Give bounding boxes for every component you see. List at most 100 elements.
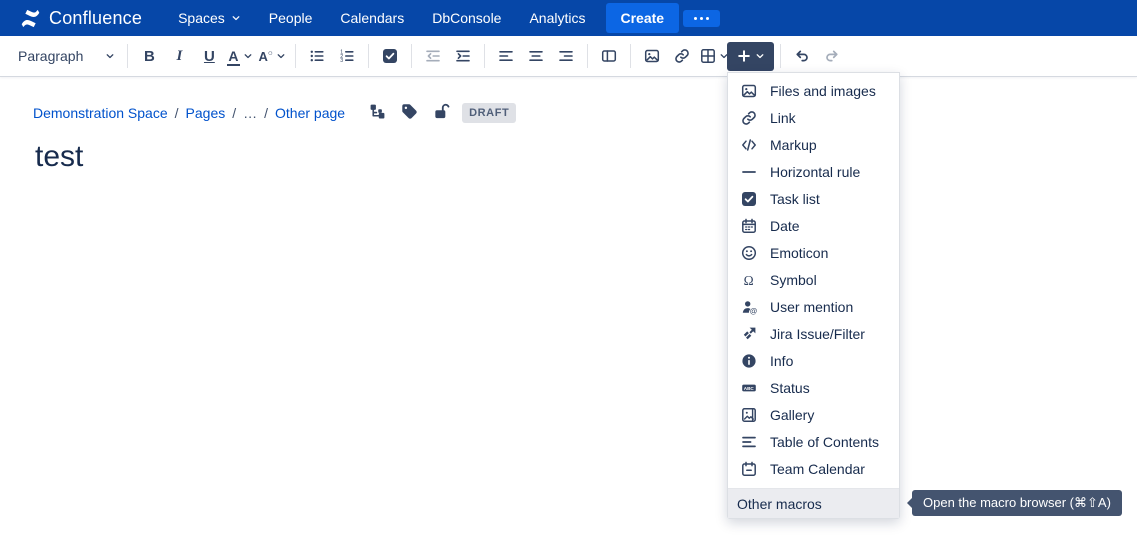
emoticon-icon	[741, 245, 757, 261]
indent-icon	[455, 48, 471, 64]
chevron-down-icon	[276, 51, 286, 61]
menu-item-label: Emoticon	[770, 245, 828, 261]
menu-item-link[interactable]: Link	[728, 104, 899, 131]
breadcrumb-separator: /	[175, 105, 179, 121]
toc-icon	[741, 434, 757, 450]
nav-item-label: Calendars	[340, 10, 404, 26]
toolbar-separator	[630, 44, 631, 68]
toolbar-separator	[295, 44, 296, 68]
link-icon	[674, 48, 690, 64]
confluence-logo[interactable]: Confluence	[20, 8, 142, 29]
undo-icon	[794, 48, 810, 64]
menu-item-task-list[interactable]: Task list	[728, 185, 899, 212]
bullet-list-icon	[309, 48, 325, 64]
menu-item-other-macros[interactable]: Other macros	[728, 488, 899, 518]
breadcrumb-link-demonstration-space[interactable]: Demonstration Space	[33, 105, 168, 121]
toolbar-separator	[127, 44, 128, 68]
toolbar-redo-button[interactable]	[817, 41, 847, 71]
align-center-icon	[528, 48, 544, 64]
svg-text:Ω: Ω	[744, 272, 754, 287]
menu-item-jira-issue-filter[interactable]: Jira Issue/Filter	[728, 320, 899, 347]
menu-item-emoticon[interactable]: Emoticon	[728, 239, 899, 266]
nav-item-people[interactable]: People	[255, 0, 327, 36]
menu-item-markup[interactable]: Markup	[728, 131, 899, 158]
toolbar-text-color-button[interactable]: A	[224, 41, 255, 71]
toolbar-insert-link-button[interactable]	[667, 41, 697, 71]
symbol-icon: Ω	[741, 272, 757, 288]
menu-item-symbol[interactable]: Ω Symbol	[728, 266, 899, 293]
nav-item-label: Analytics	[529, 10, 585, 26]
align-left-icon	[498, 48, 514, 64]
nav-item-calendars[interactable]: Calendars	[326, 0, 418, 36]
menu-item-horizontal-rule[interactable]: Horizontal rule	[728, 158, 899, 185]
menu-item-label: Files and images	[770, 83, 876, 99]
menu-item-label: Team Calendar	[770, 461, 865, 477]
underline-icon: U	[204, 48, 215, 65]
nav-item-analytics[interactable]: Analytics	[515, 0, 599, 36]
toolbar-align-center-button[interactable]	[521, 41, 551, 71]
toolbar-numbered-list-button[interactable]: 123	[332, 41, 362, 71]
restrictions-unlocked-button[interactable]	[433, 103, 450, 123]
toolbar-align-left-button[interactable]	[491, 41, 521, 71]
align-right-icon	[558, 48, 574, 64]
toolbar-task-list-button[interactable]	[375, 41, 405, 71]
toolbar-underline-button[interactable]: U	[194, 41, 224, 71]
toolbar-bold-button[interactable]: B	[134, 41, 164, 71]
toolbar-separator	[368, 44, 369, 68]
table-icon	[700, 48, 716, 64]
menu-item-user-mention[interactable]: @User mention	[728, 293, 899, 320]
create-button[interactable]: Create	[606, 3, 680, 33]
text-color-icon: A	[227, 48, 239, 65]
menu-item-label: Table of Contents	[770, 434, 879, 450]
team-calendar-icon	[741, 461, 757, 477]
menu-item-label: Symbol	[770, 272, 817, 288]
paragraph-style-dropdown[interactable]: Paragraph	[10, 41, 121, 71]
nav-item-label: People	[269, 10, 313, 26]
status-icon: ABC	[741, 380, 757, 396]
svg-text:3: 3	[340, 58, 343, 64]
menu-item-date[interactable]: Date	[728, 212, 899, 239]
italic-icon: I	[176, 47, 182, 65]
chevron-down-icon	[231, 13, 241, 23]
task-list-icon	[741, 191, 757, 207]
toolbar-separator	[484, 44, 485, 68]
files-images-icon	[644, 48, 660, 64]
breadcrumb-separator: /	[232, 105, 236, 121]
redo-icon	[824, 48, 840, 64]
toolbar-insert-more-content-button[interactable]	[727, 42, 774, 71]
menu-item-label: Markup	[770, 137, 817, 153]
toolbar-page-layout-button[interactable]	[594, 41, 624, 71]
menu-item-status[interactable]: ABCStatus	[728, 374, 899, 401]
markup-icon	[741, 137, 757, 153]
menu-item-gallery[interactable]: Gallery	[728, 401, 899, 428]
menu-item-table-of-contents[interactable]: Table of Contents	[728, 428, 899, 455]
menu-item-team-calendar[interactable]: Team Calendar	[728, 455, 899, 482]
nav-item-spaces[interactable]: Spaces	[164, 0, 255, 36]
svg-text:@: @	[750, 306, 757, 315]
menu-item-info[interactable]: Info	[728, 347, 899, 374]
labels-button[interactable]	[401, 103, 418, 123]
breadcrumb-link-other-page[interactable]: Other page	[275, 105, 345, 121]
menu-item-files-and-images[interactable]: Files and images	[728, 77, 899, 104]
page-layout-icon	[601, 48, 617, 64]
toolbar-align-right-button[interactable]	[551, 41, 581, 71]
toolbar-insert-files-images-button[interactable]	[637, 41, 667, 71]
svg-text:ABC: ABC	[744, 385, 755, 390]
nav-more-button[interactable]	[683, 10, 720, 27]
breadcrumb-ellipsis: …	[243, 105, 257, 121]
breadcrumb-separator: /	[264, 105, 268, 121]
task-list-icon	[382, 48, 398, 64]
link-icon	[741, 110, 757, 126]
toolbar-undo-button[interactable]	[787, 41, 817, 71]
toolbar-bullet-list-button[interactable]	[302, 41, 332, 71]
page-tree-button[interactable]	[369, 103, 386, 123]
toolbar-indent-button[interactable]	[448, 41, 478, 71]
nav-item-dbconsole[interactable]: DbConsole	[418, 0, 515, 36]
breadcrumb-tools	[369, 103, 450, 123]
toolbar-separator	[587, 44, 588, 68]
toolbar-italic-button[interactable]: I	[164, 41, 194, 71]
toolbar-more-formatting-button[interactable]: A○	[256, 41, 289, 71]
toolbar-outdent-button[interactable]	[418, 41, 448, 71]
editor-toolbar: Paragraph BI UA A○ 123	[0, 36, 1137, 77]
breadcrumb-link-pages[interactable]: Pages	[186, 105, 226, 121]
